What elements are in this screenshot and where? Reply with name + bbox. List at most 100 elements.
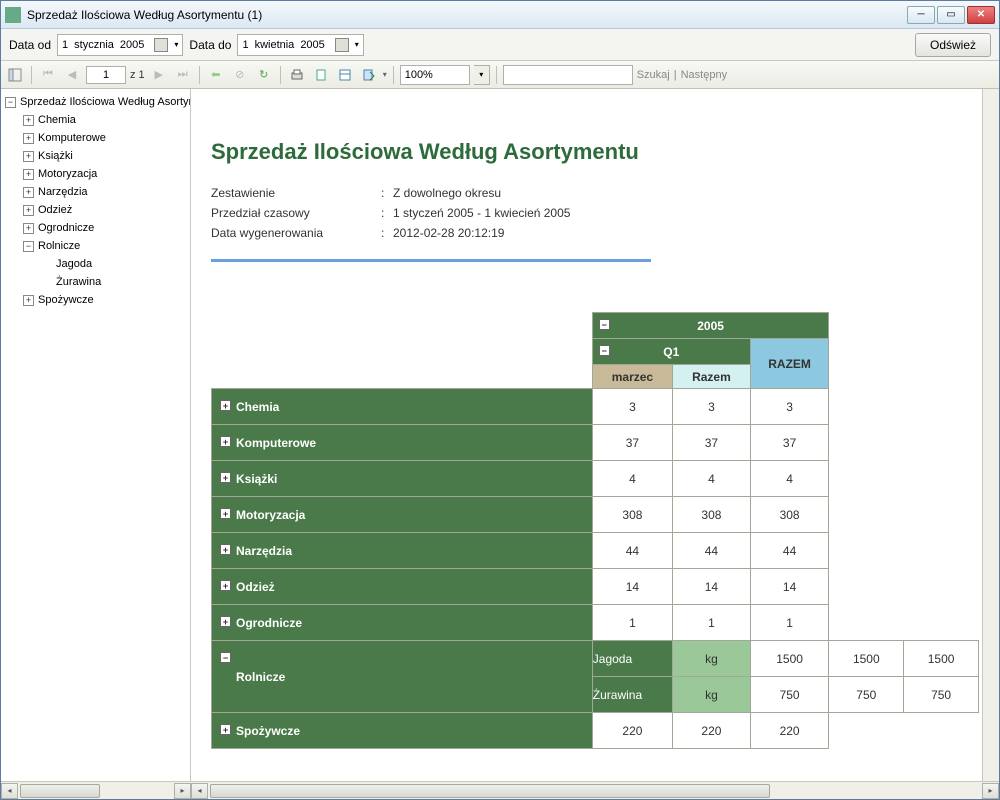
search-input[interactable] (503, 65, 633, 85)
value-cell: 4 (750, 461, 829, 497)
quarter-header[interactable]: −Q1 (592, 339, 750, 365)
value-cell: 1 (673, 605, 751, 641)
print-button[interactable] (287, 65, 307, 85)
unit-cell: kg (673, 641, 751, 677)
close-button[interactable]: ✕ (967, 6, 995, 24)
value-cell: 44 (673, 533, 751, 569)
next-page-button[interactable]: ▶ (149, 65, 169, 85)
row-category[interactable]: +Motoryzacja (212, 497, 593, 533)
toggle-tree-button[interactable] (5, 65, 25, 85)
report-metadata: Zestawienie:Z dowolnego okresuPrzedział … (211, 183, 979, 243)
page-count-label: z 1 (130, 69, 145, 81)
calendar-icon[interactable] (335, 38, 349, 52)
expand-icon[interactable]: + (220, 472, 231, 483)
dropdown-icon[interactable]: ▾ (355, 40, 359, 49)
find-next-button[interactable]: Następny (681, 69, 727, 81)
date-to-input[interactable]: 1 kwietnia 2005 ▾ (237, 34, 363, 56)
expand-icon[interactable]: + (23, 115, 34, 126)
tree-item[interactable]: +Komputerowe (1, 129, 190, 147)
reload-button[interactable]: ↻ (254, 65, 274, 85)
print-layout-button[interactable] (311, 65, 331, 85)
expand-icon[interactable]: + (220, 616, 231, 627)
tree-item[interactable]: +Książki (1, 147, 190, 165)
expand-icon[interactable]: + (23, 133, 34, 144)
value-cell: 1500 (829, 641, 904, 677)
tree-item[interactable]: Żurawina (1, 273, 190, 291)
expand-icon[interactable]: + (220, 544, 231, 555)
expand-icon[interactable]: + (220, 724, 231, 735)
meta-value: 2012-02-28 20:12:19 (393, 226, 504, 240)
tree-item[interactable]: +Motoryzacja (1, 165, 190, 183)
dropdown-icon[interactable]: ▾ (383, 70, 387, 79)
row-category[interactable]: +Spożywcze (212, 713, 593, 749)
collapse-icon[interactable]: − (599, 319, 610, 330)
expand-icon[interactable]: + (23, 169, 34, 180)
tree-item[interactable]: +Odzież (1, 201, 190, 219)
value-cell: 37 (592, 425, 672, 461)
zoom-dropdown[interactable]: ▾ (474, 65, 490, 85)
divider (211, 259, 651, 262)
page-setup-button[interactable] (335, 65, 355, 85)
last-page-button[interactable]: ⏭ (173, 65, 193, 85)
meta-label: Zestawienie (211, 186, 381, 200)
meta-label: Data wygenerowania (211, 226, 381, 240)
expand-icon[interactable]: + (23, 295, 34, 306)
search-button[interactable]: Szukaj (637, 69, 670, 81)
table-row: +Komputerowe373737 (212, 425, 979, 461)
expand-icon[interactable]: + (23, 205, 34, 216)
tree-item[interactable]: +Spożywcze (1, 291, 190, 309)
refresh-button[interactable]: Odśwież (915, 33, 991, 57)
collapse-icon[interactable]: − (23, 241, 34, 252)
expand-icon[interactable]: + (23, 151, 34, 162)
collapse-icon[interactable]: − (5, 97, 16, 108)
back-button[interactable]: ⬅ (206, 65, 226, 85)
tree-item[interactable]: +Ogrodnicze (1, 219, 190, 237)
row-category[interactable]: +Narzędzia (212, 533, 593, 569)
zoom-input[interactable]: 100% (400, 65, 470, 85)
expand-icon[interactable]: + (23, 187, 34, 198)
expand-icon[interactable]: + (220, 580, 231, 591)
report-viewer[interactable]: Sprzedaż Ilościowa Według Asortymentu Ze… (191, 89, 999, 781)
value-cell: 220 (673, 713, 751, 749)
collapse-icon[interactable]: − (220, 652, 231, 663)
row-category[interactable]: +Książki (212, 461, 593, 497)
value-cell: 308 (673, 497, 751, 533)
tree-hscrollbar[interactable]: ◂ ▸ (1, 781, 191, 799)
export-button[interactable] (359, 65, 379, 85)
expand-icon[interactable]: + (23, 223, 34, 234)
table-row: +Ogrodnicze111 (212, 605, 979, 641)
date-to-label: Data do (189, 38, 231, 52)
first-page-button[interactable]: ⏮ (38, 65, 58, 85)
calendar-icon[interactable] (154, 38, 168, 52)
value-cell: 308 (750, 497, 829, 533)
page-number-input[interactable] (86, 66, 126, 84)
row-category[interactable]: +Komputerowe (212, 425, 593, 461)
table-row: +Narzędzia444444 (212, 533, 979, 569)
stop-button[interactable]: ⊘ (230, 65, 250, 85)
year-header[interactable]: −2005 (592, 313, 829, 339)
collapse-icon[interactable]: − (599, 345, 610, 356)
tree-item[interactable]: −Rolnicze (1, 237, 190, 255)
row-category[interactable]: +Odzież (212, 569, 593, 605)
expand-icon[interactable]: + (220, 508, 231, 519)
unit-cell: kg (673, 677, 751, 713)
row-category[interactable]: +Chemia (212, 389, 593, 425)
tree-item[interactable]: +Chemia (1, 111, 190, 129)
row-category[interactable]: −Rolnicze (212, 641, 593, 713)
tree-root[interactable]: − Sprzedaż Ilościowa Według Asortymentu (1, 93, 190, 111)
tree-item[interactable]: Jagoda (1, 255, 190, 273)
tree-item[interactable]: +Narzędzia (1, 183, 190, 201)
date-filter-bar: Data od 1 stycznia 2005 ▾ Data do 1 kwie… (1, 29, 999, 61)
dropdown-icon[interactable]: ▾ (174, 40, 178, 49)
expand-icon[interactable]: + (220, 436, 231, 447)
date-from-input[interactable]: 1 stycznia 2005 ▾ (57, 34, 183, 56)
report-hscrollbar[interactable]: ◂ ▸ (191, 781, 999, 799)
prev-page-button[interactable]: ◀ (62, 65, 82, 85)
main-area: − Sprzedaż Ilościowa Według Asortymentu … (1, 89, 999, 781)
expand-icon[interactable]: + (220, 400, 231, 411)
row-category[interactable]: +Ogrodnicze (212, 605, 593, 641)
vertical-scrollbar[interactable] (982, 89, 999, 781)
value-cell: 3 (592, 389, 672, 425)
maximize-button[interactable]: ▭ (937, 6, 965, 24)
minimize-button[interactable]: ─ (907, 6, 935, 24)
